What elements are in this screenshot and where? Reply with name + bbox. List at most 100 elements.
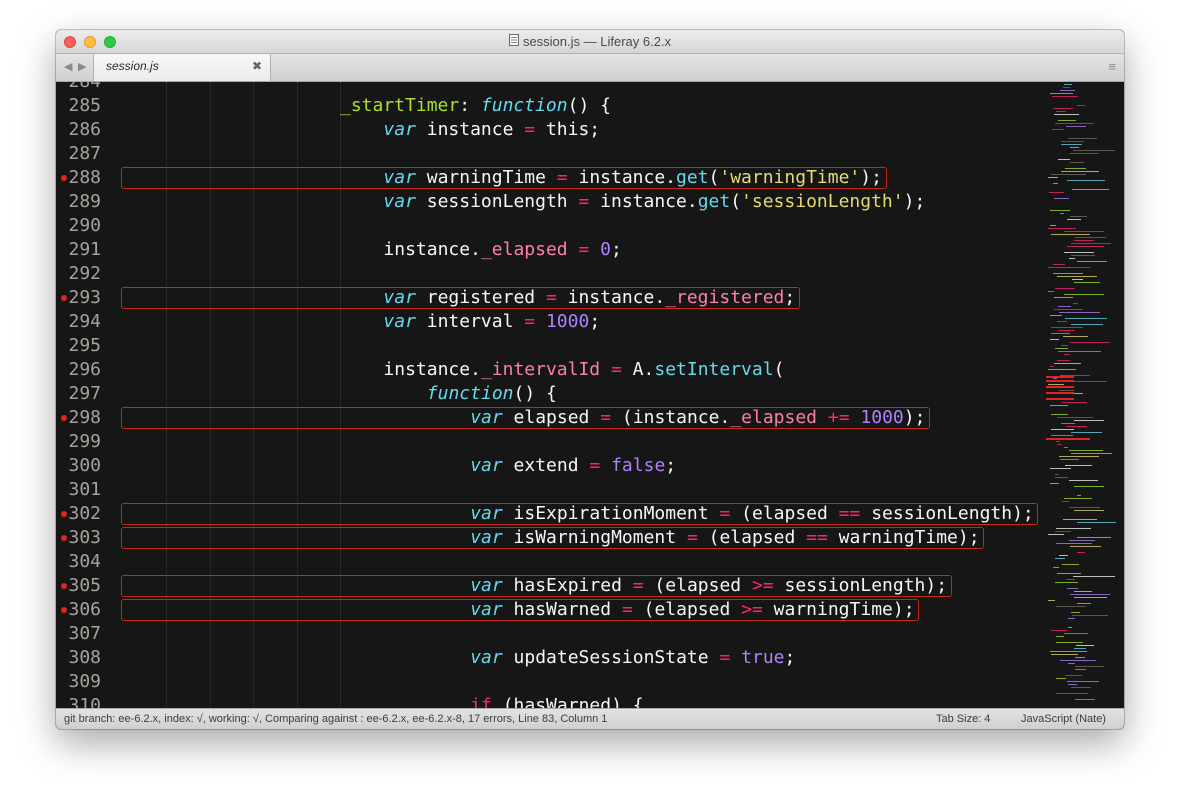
minimap-segment	[1067, 588, 1078, 589]
minimap-segment	[1074, 510, 1104, 511]
code-token: (hasWarned) {	[491, 695, 644, 708]
code-text: if (hasWarned) {	[470, 694, 643, 708]
minimap-segment	[1071, 255, 1095, 256]
code-token: instance.	[383, 239, 481, 260]
navigate-back-icon[interactable]: ◀	[64, 59, 72, 75]
code-line[interactable]: 310 if (hasWarned) {	[56, 694, 1046, 708]
code-line[interactable]: 302 var isExpirationMoment = (elapsed == …	[56, 502, 1046, 526]
minimap-segment	[1056, 693, 1088, 694]
code-line[interactable]: 298 var elapsed = (instance._elapsed += 1…	[56, 406, 1046, 430]
minimap-segment	[1062, 402, 1087, 403]
code-lines[interactable]: 284285_startTimer: function() {286var in…	[56, 82, 1046, 708]
minimap-error-mark	[1046, 376, 1074, 378]
code-token: 'sessionLength'	[741, 191, 904, 212]
code-line[interactable]: 290	[56, 214, 1046, 238]
minimap-segment	[1048, 177, 1058, 178]
code-editor[interactable]: 284285_startTimer: function() {286var in…	[56, 82, 1124, 708]
document-icon	[508, 30, 519, 53]
syntax-indicator[interactable]: JavaScript (Nate)	[1021, 713, 1106, 725]
code-line[interactable]: 284	[56, 82, 1046, 94]
code-line[interactable]: 305 var hasExpired = (elapsed >= sessionL…	[56, 574, 1046, 598]
code-line[interactable]: 309	[56, 670, 1046, 694]
code-line[interactable]: 293 var registered = instance._registered…	[56, 286, 1046, 310]
minimap-segment	[1056, 441, 1060, 442]
minimap-segment	[1077, 105, 1085, 106]
code-line[interactable]: 304	[56, 550, 1046, 574]
code-line[interactable]: 301	[56, 478, 1046, 502]
code-text: function() {	[427, 382, 557, 406]
tab-session-js[interactable]: session.js ✖	[93, 54, 271, 81]
minimap-segment	[1071, 453, 1112, 454]
minimap-segment	[1071, 687, 1091, 688]
minimap-segment	[1055, 123, 1094, 124]
code-line[interactable]: 295	[56, 334, 1046, 358]
tab-bar: ◀ ▶ session.js ✖ ≡	[56, 54, 1124, 82]
minimap-segment	[1054, 297, 1073, 298]
code-line[interactable]: 300 var extend = false;	[56, 454, 1046, 478]
code-line[interactable]: 299	[56, 430, 1046, 454]
code-line[interactable]: 308 var updateSessionState = true;	[56, 646, 1046, 670]
code-line[interactable]: 286 var instance = this;	[56, 118, 1046, 142]
tab-size-indicator[interactable]: Tab Size: 4	[936, 713, 990, 725]
tab-close-icon[interactable]: ✖	[252, 59, 262, 73]
code-token: _startTimer	[340, 95, 460, 116]
minimap-segment	[1056, 543, 1092, 544]
code-token: =	[578, 239, 590, 260]
line-number: 307	[68, 623, 101, 644]
error-highlight	[121, 527, 985, 549]
minimap-segment	[1066, 426, 1087, 427]
minimap-segment	[1050, 366, 1054, 367]
minimap-segment	[1050, 210, 1070, 211]
minimap-segment	[1063, 336, 1088, 337]
code-token: ;	[784, 647, 796, 668]
minimap-segment	[1074, 648, 1086, 649]
minimap-segment	[1053, 183, 1058, 184]
minimap-segment	[1058, 351, 1101, 352]
code-line[interactable]: 294 var interval = 1000;	[56, 310, 1046, 334]
minimap-segment	[1072, 279, 1083, 280]
code-token: ;	[589, 311, 601, 332]
minimap-segment	[1069, 540, 1095, 541]
minimap-segment	[1065, 168, 1086, 169]
code-line[interactable]: 289 var sessionLength = instance.get('ses…	[56, 190, 1046, 214]
code-text: instance._intervalId = A.setInterval(	[383, 358, 784, 382]
code-line[interactable]: 292	[56, 262, 1046, 286]
minimap-segment	[1055, 531, 1071, 532]
minimap-segment	[1055, 348, 1068, 349]
minimap-segment	[1059, 312, 1100, 313]
minimap-segment	[1061, 141, 1084, 142]
code-token: 0	[600, 239, 612, 260]
code-token: if	[470, 695, 492, 708]
line-number: 303	[68, 527, 101, 548]
code-line[interactable]: 287	[56, 142, 1046, 166]
minimap-segment	[1077, 495, 1081, 496]
code-line[interactable]: 306 var hasWarned = (elapsed >= warningTi…	[56, 598, 1046, 622]
minimap-segment	[1051, 654, 1078, 655]
line-number: 287	[68, 143, 101, 164]
code-line[interactable]: 288 var warningTime = instance.get('warni…	[56, 166, 1046, 190]
minimap-segment	[1050, 483, 1059, 484]
tab-menu-icon[interactable]: ≡	[1108, 60, 1116, 73]
code-line[interactable]: 291 instance._elapsed = 0;	[56, 238, 1046, 262]
minimap-segment	[1070, 342, 1110, 343]
minimap-segment	[1073, 303, 1078, 304]
code-line[interactable]: 297 function() {	[56, 382, 1046, 406]
code-line[interactable]: 303 var isWarningMoment = (elapsed == war…	[56, 526, 1046, 550]
line-number: 306	[68, 599, 101, 620]
status-bar: git branch: ee-6.2.x, index: √, working:…	[56, 708, 1124, 729]
line-number: 286	[68, 119, 101, 140]
code-line[interactable]: 285 _startTimer: function() {	[56, 94, 1046, 118]
code-token: sessionLength	[415, 191, 579, 212]
code-line[interactable]: 307	[56, 622, 1046, 646]
code-line[interactable]: 296 instance._intervalId = A.setInterval(	[56, 358, 1046, 382]
line-number: 285	[68, 95, 101, 116]
minimap-segment	[1070, 153, 1099, 154]
code-token: setInterval	[654, 359, 774, 380]
title-bar: session.js — Liferay 6.2.x	[56, 30, 1124, 54]
minimap-segment	[1062, 564, 1079, 565]
minimap[interactable]	[1046, 82, 1124, 708]
code-text: var extend = false;	[470, 454, 676, 478]
minimap-segment	[1060, 90, 1075, 91]
navigate-forward-icon[interactable]: ▶	[78, 59, 86, 75]
